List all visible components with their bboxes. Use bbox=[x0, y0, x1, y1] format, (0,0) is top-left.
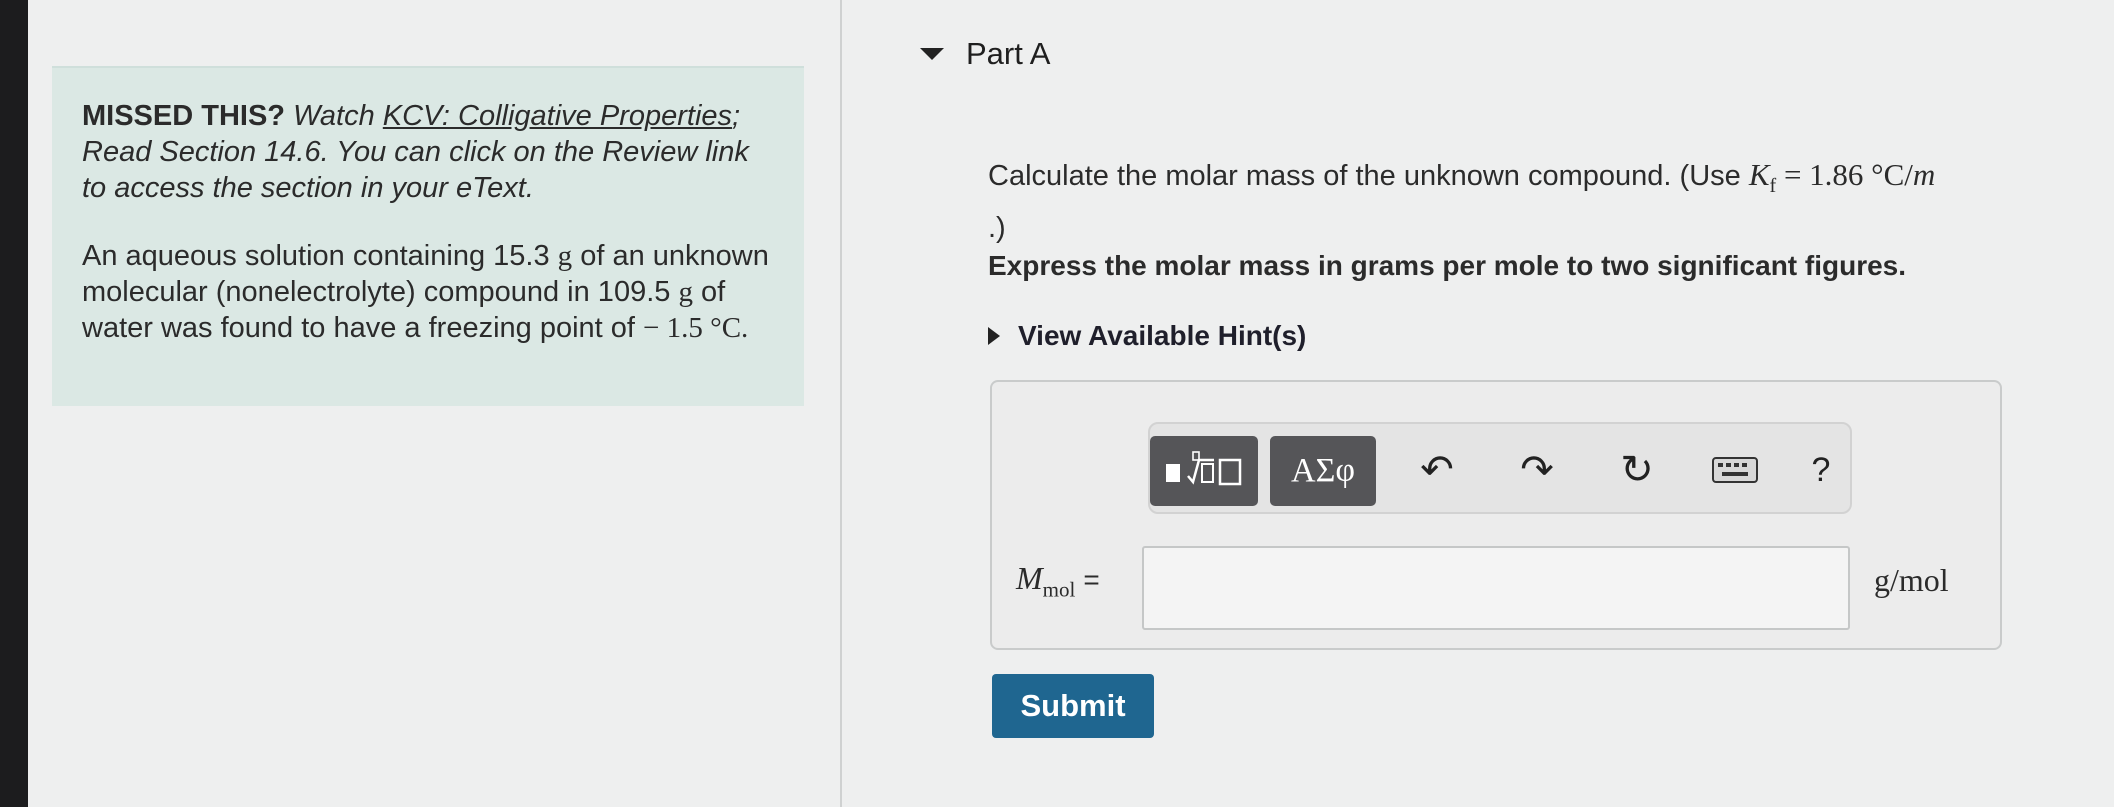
greek-symbols-button[interactable]: ΑΣφ bbox=[1270, 436, 1376, 506]
undo-icon[interactable]: ↶ bbox=[1412, 442, 1462, 498]
answer-input[interactable] bbox=[1142, 546, 1850, 630]
freezing-point-value: − 1.5 °C. bbox=[643, 312, 749, 344]
question-text: Calculate the molar mass of the unknown … bbox=[988, 157, 1936, 244]
redo-icon[interactable]: ↷ bbox=[1512, 442, 1562, 498]
answer-row: Mmol = g/mol bbox=[992, 532, 2000, 630]
collapse-triangle-icon[interactable] bbox=[920, 48, 944, 60]
kcv-link[interactable]: KCV: Colligative Properties bbox=[383, 100, 732, 132]
screen-bezel bbox=[0, 0, 28, 807]
reset-icon[interactable]: ↻ bbox=[1612, 442, 1662, 498]
problem-statement: An aqueous solution containing 15.3 g of… bbox=[82, 240, 769, 344]
info-panel: MISSED THIS? Watch KCV: Colligative Prop… bbox=[52, 66, 804, 406]
hints-label: View Available Hint(s) bbox=[1018, 320, 1307, 351]
column-divider bbox=[840, 0, 842, 807]
answer-variable-label: Mmol = bbox=[1016, 560, 1100, 602]
submit-button[interactable]: Submit bbox=[992, 674, 1154, 738]
instruction-text: Express the molar mass in grams per mole… bbox=[988, 250, 1907, 281]
watch-text: Watch bbox=[285, 100, 383, 132]
kf-symbol: K bbox=[1748, 157, 1770, 192]
math-toolbar: ΑΣφ ↶ ↷ ↻ ? bbox=[1148, 422, 1852, 514]
part-title: Part A bbox=[966, 36, 1051, 71]
missed-this-label: MISSED THIS? bbox=[82, 100, 286, 132]
part-header[interactable]: Part A bbox=[920, 36, 1050, 72]
keyboard-icon[interactable] bbox=[1710, 442, 1760, 498]
answer-panel: ΑΣφ ↶ ↷ ↻ ? Mmol = g/mol bbox=[990, 380, 2002, 650]
templates-icon bbox=[1166, 451, 1242, 486]
expand-triangle-icon bbox=[988, 327, 1000, 345]
answer-unit: g/mol bbox=[1874, 562, 1949, 598]
help-icon[interactable]: ? bbox=[1796, 442, 1846, 498]
templates-button[interactable] bbox=[1150, 436, 1258, 506]
missed-this-text: MISSED THIS? Watch KCV: Colligative Prop… bbox=[82, 98, 774, 206]
view-hints-toggle[interactable]: View Available Hint(s) bbox=[988, 320, 1306, 352]
